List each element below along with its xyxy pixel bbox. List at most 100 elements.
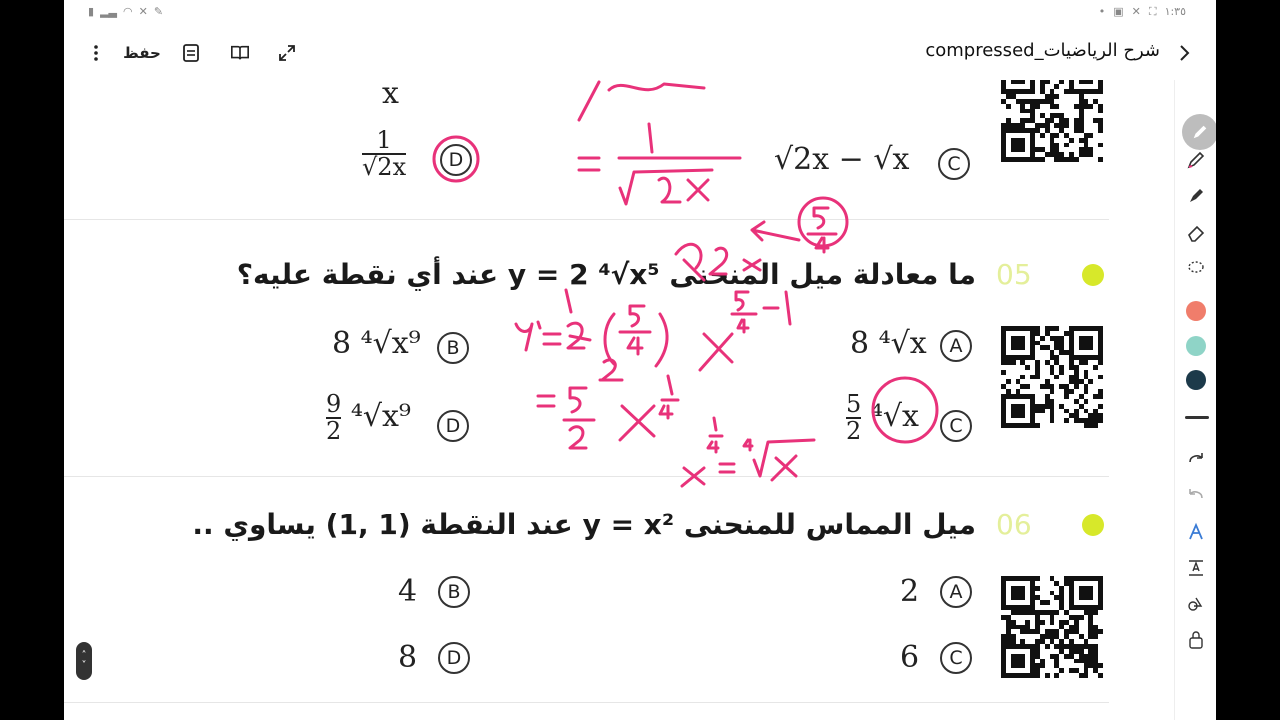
text-box-icon xyxy=(1189,560,1203,576)
ink-stroke xyxy=(598,358,624,382)
fraction-denominator: 2 xyxy=(846,417,862,446)
option-value: x xyxy=(382,80,399,111)
pen-toolbar xyxy=(1174,80,1216,720)
lasso-tool-button[interactable] xyxy=(1184,256,1208,280)
ink-stroke xyxy=(686,178,710,202)
option-c-letter[interactable]: C xyxy=(938,148,970,180)
lasso-icon xyxy=(1188,261,1204,273)
scroll-handle[interactable]: ˄ ˅ xyxy=(76,642,92,680)
battery-icon: ▮ xyxy=(88,5,95,18)
color-swatch-mint[interactable] xyxy=(1186,336,1206,356)
reading-mode-icon xyxy=(183,44,199,62)
ink-stroke xyxy=(568,386,588,414)
qr-code xyxy=(1001,80,1103,162)
stroke-width-indicator[interactable] xyxy=(1185,416,1209,419)
ink-stroke xyxy=(577,156,601,172)
ink-stroke xyxy=(628,304,646,328)
ink-stroke xyxy=(607,82,706,92)
ink-stroke xyxy=(647,122,654,154)
ink-stroke xyxy=(536,394,556,408)
expand-button[interactable] xyxy=(276,40,298,66)
undo-button[interactable] xyxy=(1184,482,1208,506)
ink-stroke xyxy=(718,462,736,474)
redo-button[interactable] xyxy=(1184,446,1208,470)
option-d-letter[interactable]: D xyxy=(438,642,470,674)
book-view-button[interactable] xyxy=(228,40,252,66)
question-text: ميل المماس للمنحنى y = x² عند النقطة (1 … xyxy=(192,508,976,541)
question-text: ما معادلة ميل المنحنى y = 2 ⁴√x⁵ عند أي … xyxy=(236,258,976,291)
fraction-denominator: 2 xyxy=(326,417,342,446)
option-d-letter[interactable]: D xyxy=(440,144,472,176)
shapes-tool-button[interactable] xyxy=(1184,592,1208,616)
option-a-value: 8 ⁴√x xyxy=(850,326,927,361)
ink-stroke xyxy=(698,332,734,372)
ink-stroke xyxy=(564,288,573,314)
text-tool-button[interactable] xyxy=(1184,556,1208,580)
option-d-letter[interactable]: D xyxy=(437,410,469,442)
question-divider xyxy=(64,476,1109,477)
close-status-icon: ✕ xyxy=(1131,5,1141,18)
more-vertical-icon xyxy=(94,45,98,61)
option-b-letter[interactable]: B xyxy=(438,576,470,608)
ink-stroke xyxy=(814,236,830,254)
ink-stroke xyxy=(542,332,562,346)
ink-stroke xyxy=(658,374,680,420)
option-c-letter[interactable]: C xyxy=(940,410,972,442)
ink-circle xyxy=(797,196,849,248)
document-page[interactable]: x C √2x − √x D 1 √2x 05 ما معادلة ميل الم… xyxy=(64,80,1174,720)
qr-code xyxy=(1001,326,1103,428)
ink-stroke xyxy=(536,320,542,330)
eraser-tool-button[interactable] xyxy=(1184,220,1208,244)
option-b-letter[interactable]: B xyxy=(437,332,469,364)
marker-icon xyxy=(1190,189,1203,202)
ink-stroke xyxy=(752,438,816,478)
edit-status-icon: ✎ xyxy=(153,5,164,18)
pen-tool-button[interactable] xyxy=(1184,148,1208,172)
expand-icon xyxy=(279,45,295,61)
chevron-down-icon: ˅ xyxy=(81,660,87,671)
dot-icon: • xyxy=(1098,5,1106,18)
ink-stroke xyxy=(680,466,706,488)
ink-stroke xyxy=(730,312,758,334)
back-button[interactable] xyxy=(1174,40,1194,66)
option-c-value: 52 ⁴√x xyxy=(846,390,919,446)
more-menu-button[interactable] xyxy=(86,40,106,66)
chevron-right-icon xyxy=(1180,45,1190,61)
ink-stroke xyxy=(514,322,534,352)
text-recognition-button[interactable] xyxy=(1184,520,1208,544)
option-c-letter[interactable]: C xyxy=(940,642,972,674)
handwriting-text-icon xyxy=(1189,522,1203,540)
marker-tool-button[interactable] xyxy=(1184,184,1208,208)
option-d-value: 8 xyxy=(398,640,418,675)
reading-mode-button[interactable] xyxy=(180,40,202,66)
option-b-value: 4 xyxy=(398,574,418,609)
top-toolbar: حفظ شرح الرياضيات_compressed xyxy=(64,26,1216,80)
ink-stroke xyxy=(657,176,682,204)
option-a-letter[interactable]: A xyxy=(940,330,972,362)
pen-icon xyxy=(1187,151,1205,169)
fraction-numerator: 5 xyxy=(846,390,862,418)
color-swatch-navy[interactable] xyxy=(1186,370,1206,390)
ink-stroke xyxy=(706,416,724,454)
option-a-value: 2 xyxy=(900,574,920,609)
color-swatch-coral[interactable] xyxy=(1186,301,1206,321)
book-icon xyxy=(231,45,249,60)
ink-stroke xyxy=(618,168,714,206)
ink-stroke xyxy=(568,425,588,450)
mute-icon: ✕ xyxy=(138,5,148,18)
wifi-icon: ◠ xyxy=(122,5,133,18)
question-divider xyxy=(64,702,1109,703)
option-d-value: 1 √2x xyxy=(362,127,407,180)
redo-icon xyxy=(1189,453,1203,463)
fraction-numerator: 9 xyxy=(326,390,342,418)
ink-stroke xyxy=(742,438,754,452)
question-marker-dot xyxy=(1082,514,1104,536)
question-number: 05 xyxy=(996,258,1032,291)
option-radical: ⁴√x⁹ xyxy=(350,399,411,435)
lock-tool-button[interactable] xyxy=(1184,628,1208,652)
edit-floating-button[interactable] xyxy=(1182,114,1216,150)
save-button[interactable]: حفظ xyxy=(122,40,162,66)
option-a-letter[interactable]: A xyxy=(940,576,972,608)
option-c-value: 6 xyxy=(900,640,920,675)
status-bar: ▮ ▂▃ ◠ ✕ ✎ • ▣ ✕ ⛶ ١:٣٥ xyxy=(64,0,1216,26)
